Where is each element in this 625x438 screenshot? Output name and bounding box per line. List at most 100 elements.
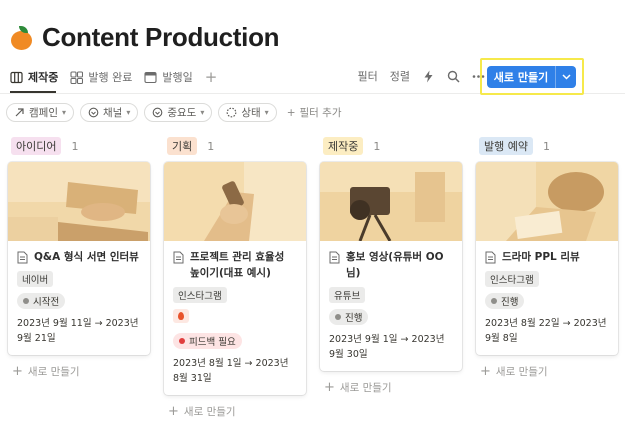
circle-icon	[88, 107, 99, 118]
page-icon	[485, 251, 496, 264]
sort-button[interactable]: 정렬	[390, 68, 410, 84]
add-filter-button[interactable]: + 필터 추가	[283, 105, 342, 120]
page-icon	[173, 251, 184, 264]
tab-label: 제작중	[28, 71, 59, 84]
tab-label: 발행 완료	[88, 71, 133, 84]
add-card-label: 새로 만들기	[339, 382, 392, 394]
column-title: 발행 예약	[479, 137, 533, 155]
chip-label: 채널	[103, 107, 123, 119]
tab-in-production[interactable]: 제작중	[10, 66, 58, 88]
add-card-label: 새로 만들기	[183, 406, 236, 418]
board-column-idea: 아이디어 1 Q&A 형식 서면 인터뷰 네이버 시작전 2023년 9월 11…	[8, 137, 150, 379]
filter-button[interactable]: 필터	[358, 68, 378, 84]
column-header[interactable]: 제작중 1	[323, 137, 462, 155]
arrow-icon	[15, 108, 24, 117]
card-cover-image	[8, 162, 150, 241]
tab-published[interactable]: 발행 완료	[70, 66, 132, 88]
plus-icon: +	[480, 364, 491, 379]
status-dot	[23, 298, 29, 304]
channel-tag: 네이버	[17, 271, 54, 287]
new-button[interactable]: 새로 만들기	[487, 66, 576, 88]
chevron-down-icon: ▾	[126, 108, 131, 117]
status-label: 시작전	[33, 297, 60, 308]
column-header[interactable]: 기획 1	[167, 137, 306, 155]
content-card[interactable]: 프로젝트 관리 효율성 높이기(대표 예시) 인스타그램 피드백 필요 2023…	[164, 162, 306, 395]
add-card-button[interactable]: + 새로 만들기	[168, 404, 306, 419]
column-header[interactable]: 발행 예약 1	[479, 137, 618, 155]
status-dot	[335, 314, 341, 320]
column-title: 제작중	[323, 137, 364, 155]
card-title-text: 드라마 PPL 리뷰	[502, 251, 580, 263]
add-card-label: 새로 만들기	[27, 366, 80, 378]
tab-publish-date[interactable]: 발행일	[144, 66, 193, 88]
status-badge: 진행	[485, 293, 525, 309]
board-column-planning: 기획 1 프로젝트 관리 효율성 높이기(대표 예시) 인스타그램 피드백 필요	[164, 137, 306, 419]
search-icon[interactable]	[447, 70, 460, 83]
status-icon	[226, 107, 237, 118]
orange-icon[interactable]	[10, 25, 34, 50]
add-card-button[interactable]: + 새로 만들기	[480, 364, 618, 379]
chevron-down-icon: ▾	[264, 108, 269, 117]
chevron-down-icon: ▾	[200, 108, 205, 117]
filter-chip-channel[interactable]: 채널 ▾	[80, 103, 139, 122]
new-button-label[interactable]: 새로 만들기	[487, 66, 556, 88]
content-card[interactable]: Q&A 형식 서면 인터뷰 네이버 시작전 2023년 9월 11일 → 202…	[8, 162, 150, 355]
card-cover-image	[476, 162, 618, 241]
column-count: 1	[542, 139, 550, 153]
status-label: 진행	[501, 297, 519, 308]
card-title[interactable]: 드라마 PPL 리뷰	[485, 249, 609, 265]
tab-label: 발행일	[162, 71, 193, 84]
card-title-text: 홍보 영상(유튜버 OO님)	[346, 251, 444, 279]
add-card-button[interactable]: + 새로 만들기	[12, 364, 150, 379]
column-title: 아이디어	[11, 137, 62, 155]
chip-label: 상태	[241, 107, 261, 119]
date-range: 2023년 9월 1일 → 2023년 9월 30일	[329, 334, 445, 360]
page-icon	[17, 251, 28, 264]
circle-icon	[152, 107, 163, 118]
content-card[interactable]: 드라마 PPL 리뷰 인스타그램 진행 2023년 8월 22일 → 2023년…	[476, 162, 618, 355]
card-cover-image	[320, 162, 462, 241]
gallery-icon	[70, 70, 84, 84]
page-title[interactable]: Content Production	[42, 22, 280, 53]
calendar-icon	[144, 71, 157, 83]
fire-icon	[173, 309, 189, 323]
status-label: 피드백 필요	[189, 337, 236, 348]
lightning-icon[interactable]	[422, 70, 435, 83]
plus-icon: +	[324, 380, 335, 395]
status-badge: 진행	[329, 309, 369, 325]
filter-chip-campaign[interactable]: 캠페인 ▾	[6, 103, 74, 122]
card-cover-image	[164, 162, 306, 241]
view-tabs: 제작중 발행 완료 발행일 +	[10, 66, 217, 88]
add-filter-label: 필터 추가	[299, 107, 342, 119]
chip-label: 중요도	[167, 107, 197, 119]
plus-icon: +	[286, 106, 296, 119]
filter-chip-priority[interactable]: 중요도 ▾	[144, 103, 213, 122]
chevron-down-icon: ▾	[61, 108, 66, 117]
column-title: 기획	[167, 137, 198, 155]
content-card[interactable]: 홍보 영상(유튜버 OO님) 유튜브 진행 2023년 9월 1일 → 2023…	[320, 162, 462, 371]
add-card-label: 새로 만들기	[495, 366, 548, 378]
chip-label: 캠페인	[29, 107, 58, 119]
add-view-icon[interactable]: +	[205, 68, 218, 86]
card-title[interactable]: 홍보 영상(유튜버 OO님)	[329, 249, 453, 281]
board-icon	[10, 71, 23, 83]
filter-chip-status[interactable]: 상태 ▾	[218, 103, 277, 122]
column-header[interactable]: 아이디어 1	[11, 137, 150, 155]
view-toolbar: 필터 정렬	[358, 68, 486, 84]
channel-tag: 인스타그램	[485, 271, 539, 287]
card-title[interactable]: 프로젝트 관리 효율성 높이기(대표 예시)	[173, 249, 297, 281]
card-title-text: Q&A 형식 서면 인터뷰	[34, 251, 139, 263]
chevron-down-icon[interactable]	[556, 66, 576, 88]
column-count: 1	[373, 139, 381, 153]
date-range: 2023년 8월 1일 → 2023년 8월 31일	[173, 358, 289, 384]
date-range: 2023년 8월 22일 → 2023년 9월 8일	[485, 318, 607, 344]
add-card-button[interactable]: + 새로 만들기	[324, 380, 462, 395]
status-badge: 피드백 필요	[173, 333, 242, 349]
channel-tag: 유튜브	[329, 287, 366, 303]
page-header: Content Production	[10, 22, 280, 53]
column-count: 1	[71, 139, 79, 153]
channel-tag: 인스타그램	[173, 287, 227, 303]
board-column-in-production: 제작중 1 홍보 영상(유튜버 OO님) 유튜브 진행 2023년 9월 1일 …	[320, 137, 462, 395]
card-title[interactable]: Q&A 형식 서면 인터뷰	[17, 249, 141, 265]
plus-icon: +	[12, 364, 23, 379]
